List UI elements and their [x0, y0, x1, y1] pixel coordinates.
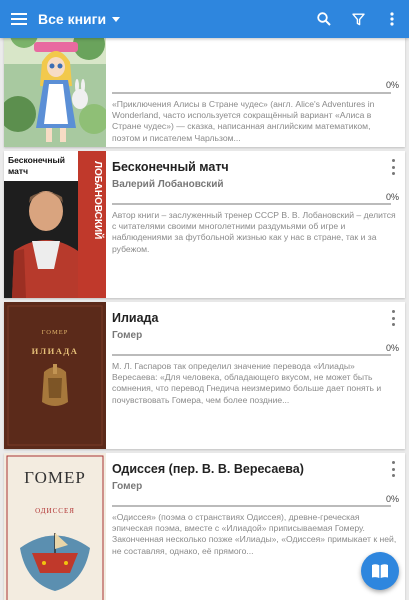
book-author: Гомер [112, 330, 143, 341]
overflow-menu-button[interactable] [375, 0, 409, 38]
app-title: Все книги [38, 11, 107, 27]
progress-percent: 0% [385, 494, 399, 504]
book-info: Бесконечный матч Валерий Лобановский 0% … [112, 151, 405, 298]
book-author: Гомер [112, 481, 143, 492]
book-menu-button[interactable] [387, 159, 399, 175]
book-card[interactable]: Бесконечный матч ЛОБАНОВСКИЙ Бесконечный… [4, 151, 405, 298]
search-button[interactable] [307, 0, 341, 38]
progress-percent: 0% [385, 192, 399, 202]
book-cover-alice [0, 38, 109, 147]
book-info: 0% «Приключения Алисы в Стране чудес» (а… [112, 38, 405, 147]
book-title: Бесконечный матч [112, 160, 229, 174]
progress-bar [112, 505, 391, 507]
book-description: «Приключения Алисы в Стране чудес» (англ… [112, 99, 375, 143]
svg-text:ОДИССЕЯ: ОДИССЕЯ [35, 507, 75, 515]
progress-percent: 0% [385, 343, 399, 353]
dropdown-caret-icon [112, 16, 121, 22]
book-card-alice[interactable]: 0% «Приключения Алисы в Стране чудес» (а… [0, 38, 405, 147]
book-description: Автор книги – заслуженный тренер СССР В.… [112, 210, 396, 254]
svg-text:ЛОБАНОВСКИЙ: ЛОБАНОВСКИЙ [92, 161, 105, 239]
progress-bar [112, 203, 391, 205]
svg-text:ИЛИАДА: ИЛИАДА [32, 346, 79, 356]
filter-button[interactable] [341, 0, 375, 38]
book-card[interactable]: ГОМЕР ОДИССЕЯ Одиссея (пер. В. В. Вереса… [4, 453, 405, 600]
app-bar: Все книги [0, 0, 409, 38]
svg-text:матч: матч [8, 166, 28, 176]
menu-icon [11, 13, 27, 25]
svg-text:Бесконечный: Бесконечный [8, 155, 65, 165]
progress-bar [112, 92, 391, 94]
book-list: 0% «Приключения Алисы в Стране чудес» (а… [0, 38, 409, 600]
book-card[interactable]: ГОМЕР ИЛИАДА Илиада Гомер 0% М. Л. Гаспа… [4, 302, 405, 449]
svg-text:ГОМЕР: ГОМЕР [24, 468, 86, 487]
book-description: «Одиссея» (поэма о странствиях Одиссея),… [112, 512, 397, 556]
book-menu-button[interactable] [387, 310, 399, 326]
menu-button[interactable] [0, 0, 38, 38]
book-cover: Бесконечный матч ЛОБАНОВСКИЙ [4, 151, 106, 298]
svg-text:ГОМЕР: ГОМЕР [42, 329, 69, 336]
continue-reading-fab[interactable] [361, 552, 399, 590]
progress-bar [112, 354, 391, 356]
book-info: Илиада Гомер 0% М. Л. Гаспаров так опред… [112, 302, 405, 449]
library-filter-dropdown[interactable]: Все книги [38, 11, 121, 27]
book-title: Илиада [112, 311, 159, 325]
progress-percent: 0% [385, 80, 399, 90]
search-icon [317, 12, 331, 26]
filter-icon [351, 13, 365, 25]
more-vert-icon [390, 12, 394, 26]
book-author: Валерий Лобановский [112, 179, 224, 190]
book-cover: ГОМЕР ОДИССЕЯ [4, 453, 106, 600]
book-menu-button[interactable] [387, 461, 399, 477]
book-cover: ГОМЕР ИЛИАДА [4, 302, 106, 449]
book-icon [372, 564, 388, 578]
book-title: Одиссея (пер. В. В. Вересаева) [112, 462, 304, 476]
book-description: М. Л. Гаспаров так определил значение пе… [112, 361, 382, 405]
book-info: Одиссея (пер. В. В. Вересаева) Гомер 0% … [112, 453, 405, 600]
